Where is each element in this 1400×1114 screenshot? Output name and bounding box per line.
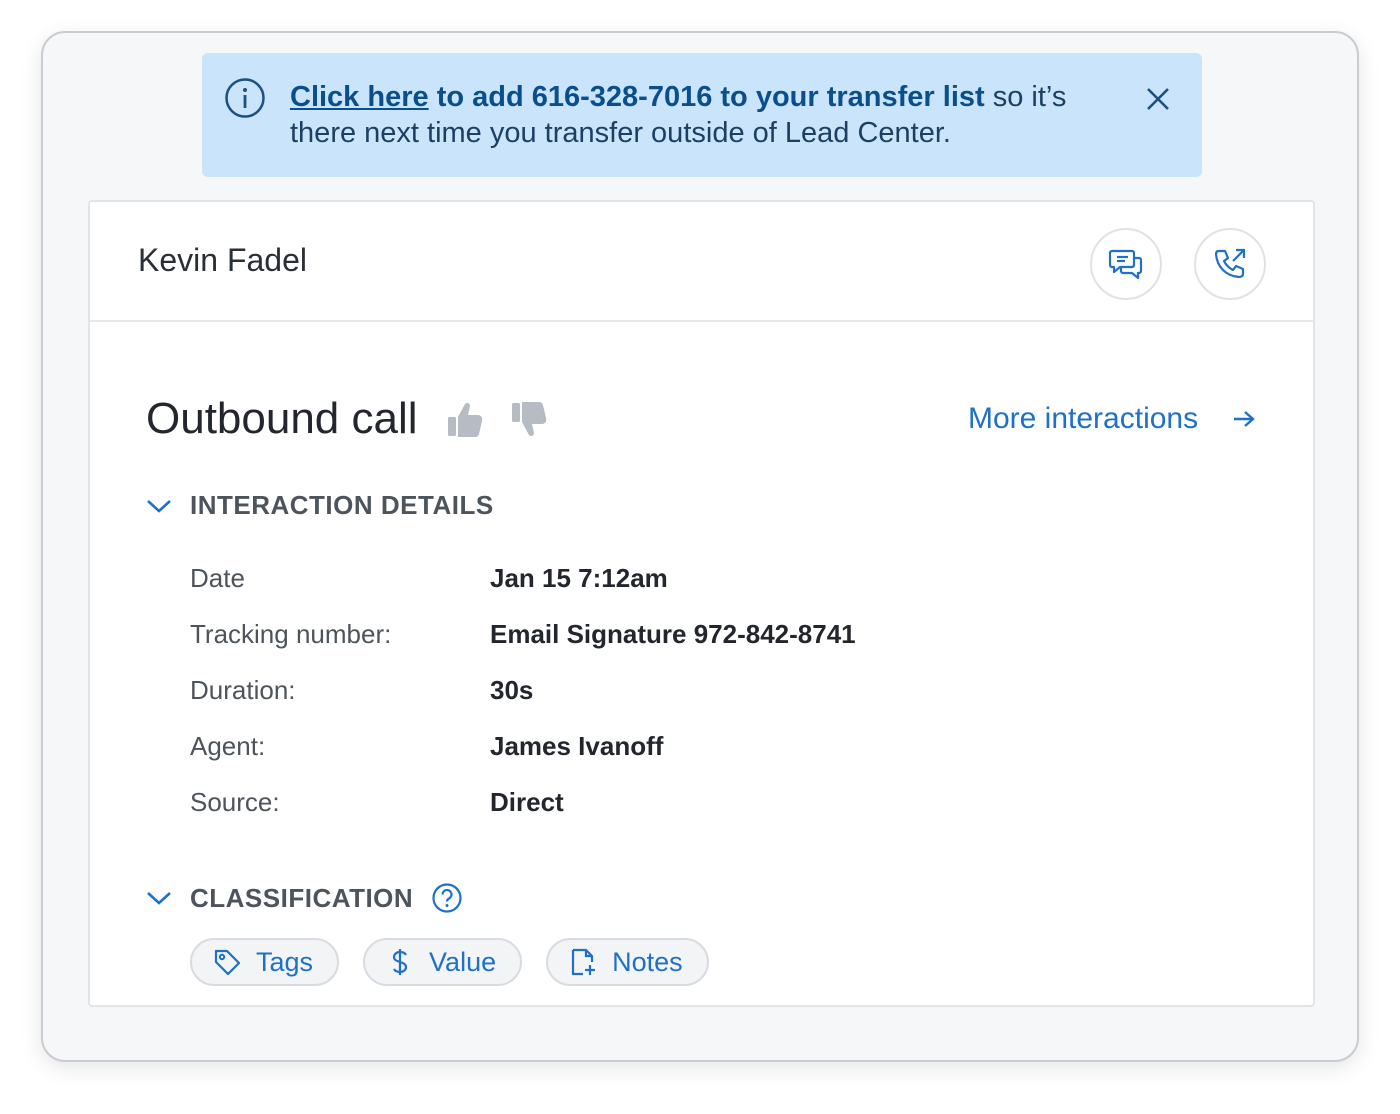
more-interactions-label: More interactions [968,402,1199,435]
detail-key: Tracking number: [190,618,392,649]
interaction-title: Outbound call [146,394,418,443]
chip-label: Tags [256,946,314,977]
card-header: Kevin Fadel [90,202,1313,322]
section-label: CLASSIFICATION [190,882,414,913]
detail-value: Email Signature 972-842-8741 [490,618,856,649]
chip-label: Value [429,946,497,977]
classification-chips: Tags Value Notes [190,938,709,986]
chevron-down-icon [147,892,171,905]
chat-icon [1108,249,1143,280]
contact-name: Kevin Fadel [138,242,307,278]
banner-message: Click here to add 616-328-7016 to your t… [290,79,1090,151]
detail-key: Agent: [190,730,266,761]
detail-row-source: Source: Direct [190,774,856,830]
banner-bold-text: to add 616-328-7016 to your transfer lis… [428,81,985,113]
detail-row-tracking-number: Tracking number: Email Signature 972-842… [190,606,856,662]
interaction-card: Kevin Fadel Outbound call More interacti… [88,200,1315,1007]
note-add-icon [572,948,596,976]
detail-value: Jan 15 7:12am [490,562,668,593]
thumbs-up-icon[interactable] [446,400,484,440]
dollar-icon [392,949,408,975]
notes-chip[interactable]: Notes [546,938,709,986]
detail-row-duration: Duration: 30s [190,662,856,718]
phone-outgoing-icon [1214,248,1246,279]
detail-key: Source: [190,786,280,817]
close-icon[interactable] [1142,83,1174,115]
call-transfer-button[interactable] [1194,228,1266,300]
thumbs-down-icon[interactable] [510,400,548,440]
chip-label: Notes [612,946,683,977]
chevron-down-icon [147,499,171,513]
value-chip[interactable]: Value [363,938,523,986]
detail-row-date: Date Jan 15 7:12am [190,550,856,606]
help-icon[interactable] [431,882,463,914]
arrow-right-icon [1234,411,1255,427]
interaction-details-list: Date Jan 15 7:12am Tracking number: Emai… [190,550,856,830]
more-interactions-link[interactable]: More interactions [968,402,1256,436]
transfer-list-banner: Click here to add 616-328-7016 to your t… [202,53,1202,177]
section-label: INTERACTION DETAILS [190,490,494,520]
detail-row-agent: Agent: James Ivanoff [190,718,856,774]
contact-panel: Click here to add 616-328-7016 to your t… [41,31,1359,1062]
banner-click-here-link[interactable]: Click here [290,81,429,113]
detail-value: James Ivanoff [490,730,664,761]
detail-value: Direct [490,786,564,817]
detail-value: 30s [490,674,534,705]
classification-toggle[interactable]: CLASSIFICATION [146,882,463,914]
tag-icon [214,949,241,976]
tags-chip[interactable]: Tags [190,938,340,986]
detail-key: Date [190,562,245,593]
detail-key: Duration: [190,674,296,705]
info-icon [225,78,265,118]
message-button[interactable] [1090,228,1162,300]
interaction-details-toggle[interactable]: INTERACTION DETAILS [146,490,494,521]
